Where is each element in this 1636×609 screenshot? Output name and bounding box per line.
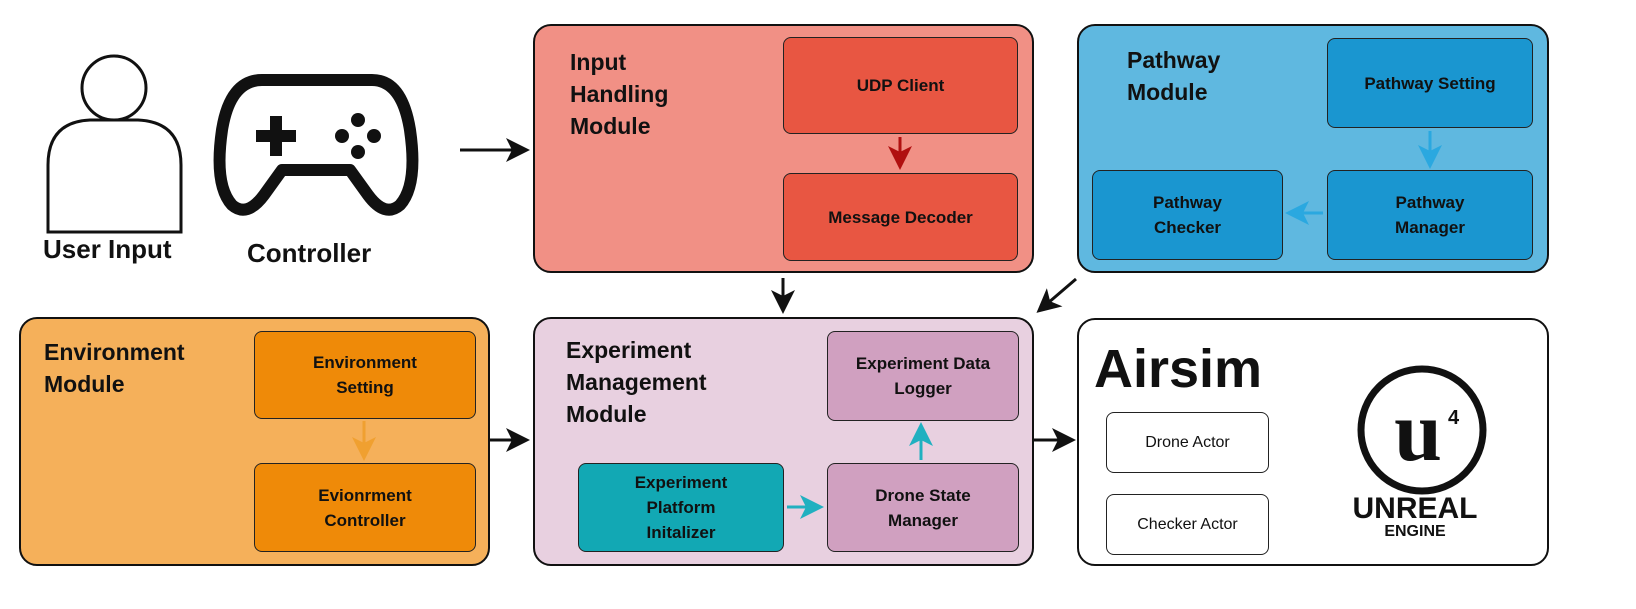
- architecture-diagram: Input Handling Module UDP Client Message…: [0, 0, 1636, 609]
- arrows-and-icons: u 4 UNREAL ENGINE: [46, 54, 1487, 540]
- unreal-engine-logo: u 4 UNREAL ENGINE: [1353, 365, 1487, 540]
- svg-text:4: 4: [1448, 407, 1460, 429]
- svg-text:ENGINE: ENGINE: [1384, 523, 1446, 540]
- gamepad-icon: [213, 74, 419, 216]
- svg-text:UNREAL: UNREAL: [1353, 492, 1478, 525]
- arrow-pathway-to-experiment: [1036, 277, 1077, 313]
- user-icon: [46, 54, 183, 234]
- svg-text:u: u: [1394, 383, 1442, 479]
